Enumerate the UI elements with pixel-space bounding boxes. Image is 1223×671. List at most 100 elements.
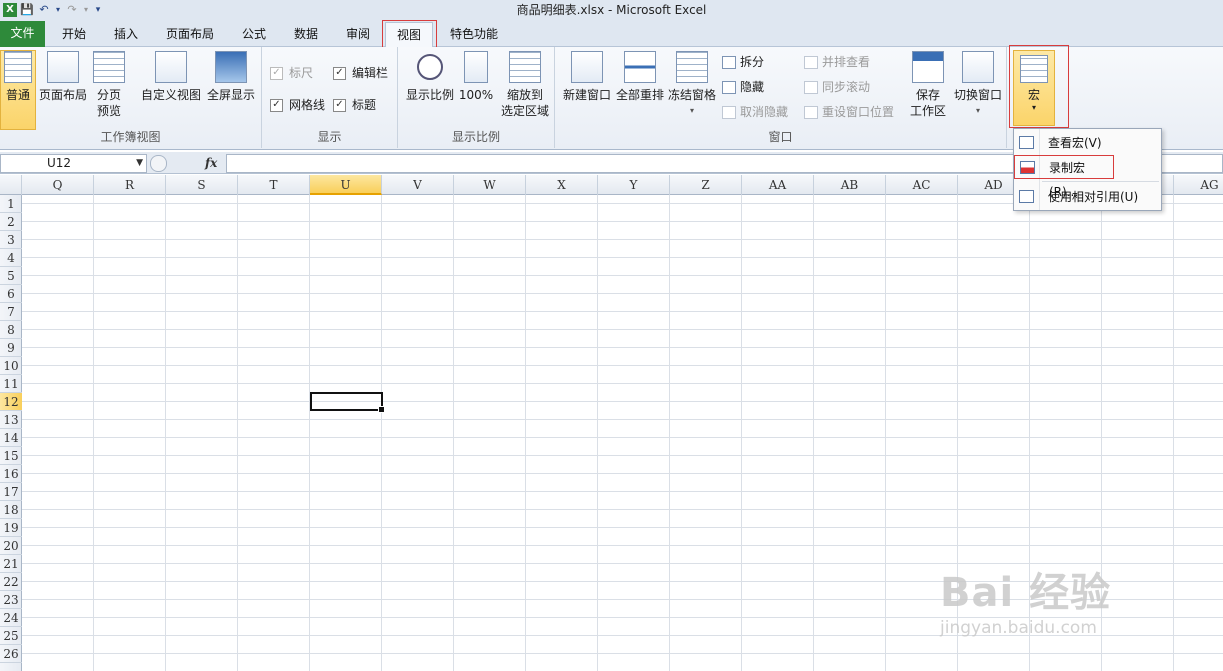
row-header-22[interactable]: 22 [0,573,22,591]
row-header-10[interactable]: 10 [0,357,22,375]
column-header-y[interactable]: Y [598,175,670,195]
switch-windows-label: 切换窗口 [953,88,1002,102]
tab-insert[interactable]: 插入 [102,22,150,47]
page-layout-icon [47,51,79,83]
column-header-v[interactable]: V [382,175,454,195]
column-header-q[interactable]: Q [22,175,94,195]
switch-windows-button[interactable]: 切换窗口 ▾ [951,51,1005,119]
ruler-checkbox[interactable]: ✓ 标尺 [270,64,313,82]
tab-home[interactable]: 开始 [50,22,98,47]
sync-scroll-icon [804,80,818,94]
page-layout-view-button[interactable]: 页面布局 [38,51,88,103]
row-header-19[interactable]: 19 [0,519,22,537]
check-icon: ✓ [333,98,346,112]
split-button[interactable]: 拆分 [722,53,764,71]
row-header-7[interactable]: 7 [0,303,22,321]
name-box[interactable]: U12 ▼ [0,154,147,173]
menu-item-use-relative-references[interactable]: 使用相对引用(U) [1014,185,1161,209]
zoom-button[interactable]: 显示比例 [403,51,457,103]
zoom-selection-label-2: 选定区域 [500,104,549,118]
select-all-corner[interactable] [0,175,22,195]
full-screen-label: 全屏显示 [206,88,255,102]
hide-label: 隐藏 [740,80,765,94]
column-header-ab[interactable]: AB [814,175,886,195]
group-workbook-views: 普通 页面布局 分页 预览 自定义视图 全屏显示 工作簿视图 [0,47,262,148]
zoom-to-selection-button[interactable]: 缩放到 选定区域 [498,51,552,119]
save-workspace-button[interactable]: 保存 工作区 [905,51,951,119]
menu-item-label: 使用相对引用(U) [1048,190,1139,204]
column-header-u[interactable]: U [310,175,382,195]
menu-item-view-macros[interactable]: 查看宏(V) [1014,131,1161,155]
row-header-26[interactable]: 26 [0,645,22,663]
row-header-2[interactable]: 2 [0,213,22,231]
view-macros-icon [1019,136,1034,149]
column-header-x[interactable]: X [526,175,598,195]
tab-formulas[interactable]: 公式 [230,22,278,47]
row-header-4[interactable]: 4 [0,249,22,267]
new-window-button[interactable]: 新建窗口 [560,51,614,103]
zoom-100-label: 100% [458,88,494,102]
column-header-aa[interactable]: AA [742,175,814,195]
group-show: ✓ 标尺 ✓ 编辑栏 ✓ 网格线 ✓ 标题 显示 [262,47,398,148]
row-header-18[interactable]: 18 [0,501,22,519]
column-header-w[interactable]: W [454,175,526,195]
tab-page-layout[interactable]: 页面布局 [155,22,225,47]
gridlines-checkbox[interactable]: ✓ 网格线 [270,96,325,114]
row-header-17[interactable]: 17 [0,483,22,501]
formula-bar-checkbox[interactable]: ✓ 编辑栏 [333,64,388,82]
row-header-14[interactable]: 14 [0,429,22,447]
column-header-s[interactable]: S [166,175,238,195]
arrange-all-icon [624,51,656,83]
arrange-all-button[interactable]: 全部重排 [614,51,666,103]
row-header-15[interactable]: 15 [0,447,22,465]
formula-bar-expand-icon[interactable] [150,155,167,172]
row-header-24[interactable]: 24 [0,609,22,627]
sync-scroll-label: 同步滚动 [822,80,871,94]
view-side-by-side-button[interactable]: 并排查看 [804,53,870,71]
tab-file[interactable]: 文件 [0,21,45,47]
hide-icon [722,80,736,94]
tab-data[interactable]: 数据 [282,22,330,47]
column-header-t[interactable]: T [238,175,310,195]
tab-special-features[interactable]: 特色功能 [440,22,508,47]
hide-button[interactable]: 隐藏 [722,78,764,96]
page-break-preview-button[interactable]: 分页 预览 [90,51,128,119]
column-header-ac[interactable]: AC [886,175,958,195]
column-header-ag[interactable]: AG [1174,175,1223,195]
freeze-panes-button[interactable]: 冻结窗格 ▾ [666,51,718,119]
row-header-11[interactable]: 11 [0,375,22,393]
column-header-z[interactable]: Z [670,175,742,195]
row-header-25[interactable]: 25 [0,627,22,645]
switch-windows-icon [962,51,994,83]
custom-views-button[interactable]: 自定义视图 [140,51,202,103]
row-header-6[interactable]: 6 [0,285,22,303]
unhide-button[interactable]: 取消隐藏 [722,103,788,121]
row-header-1[interactable]: 1 [0,195,22,213]
full-screen-button[interactable]: 全屏显示 [205,51,257,103]
active-cell-U12[interactable] [310,392,385,413]
column-header-r[interactable]: R [94,175,166,195]
zoom-100-button[interactable]: 100% [458,51,494,103]
row-header-16[interactable]: 16 [0,465,22,483]
normal-view-button[interactable]: 普通 [0,50,36,130]
insert-function-icon[interactable]: fx [205,153,225,173]
headings-checkbox[interactable]: ✓ 标题 [333,96,376,114]
menu-item-label: 查看宏(V) [1048,136,1102,150]
ruler-label: 标尺 [289,66,314,80]
tab-review[interactable]: 审阅 [334,22,382,47]
row-header-12[interactable]: 12 [0,393,22,411]
row-header-21[interactable]: 21 [0,555,22,573]
menu-item-record-macro[interactable]: 录制宏(R)... [1014,155,1114,199]
name-box-dropdown-icon[interactable]: ▼ [136,155,143,172]
row-header-23[interactable]: 23 [0,591,22,609]
split-label: 拆分 [740,55,765,69]
row-header-8[interactable]: 8 [0,321,22,339]
row-header-13[interactable]: 13 [0,411,22,429]
reset-window-position-button[interactable]: 重设窗口位置 [804,103,894,121]
row-header-20[interactable]: 20 [0,537,22,555]
sync-scroll-button[interactable]: 同步滚动 [804,78,870,96]
row-header-5[interactable]: 5 [0,267,22,285]
row-header-9[interactable]: 9 [0,339,22,357]
row-header-3[interactable]: 3 [0,231,22,249]
headings-label: 标题 [352,98,377,112]
